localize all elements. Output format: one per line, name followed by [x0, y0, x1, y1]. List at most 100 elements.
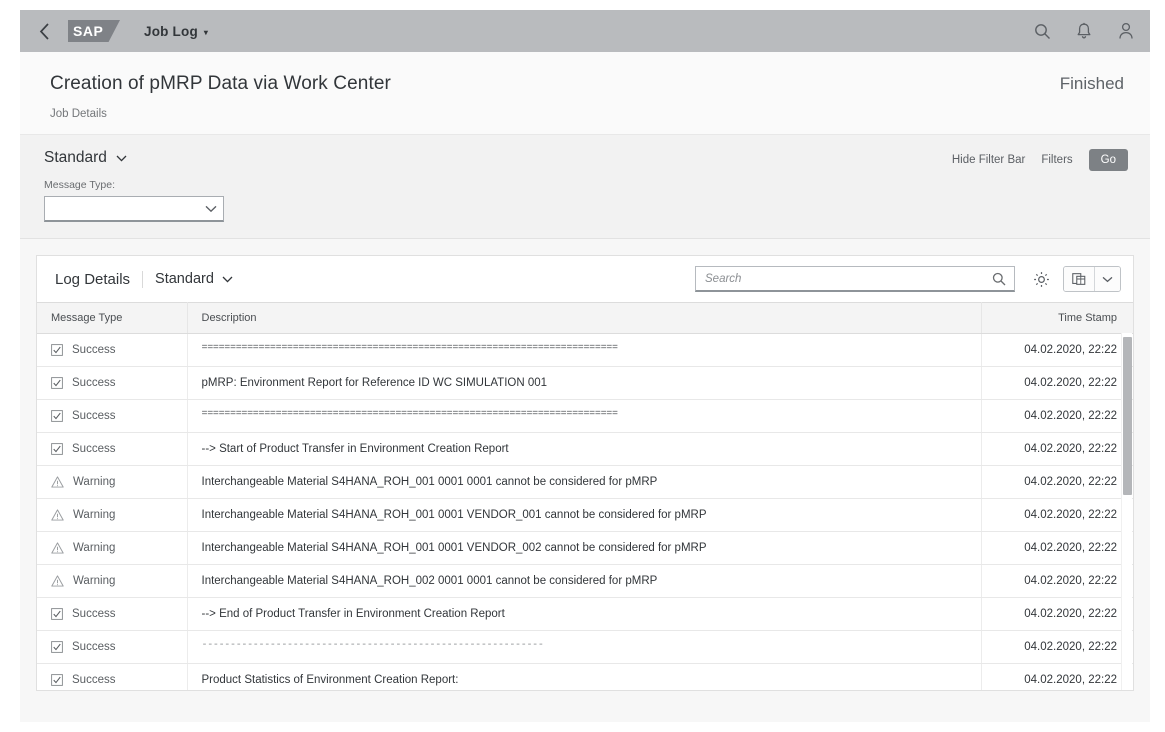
bell-icon[interactable] [1074, 21, 1094, 41]
table-row[interactable]: Success Product Statistics of Environment… [37, 663, 1133, 690]
search-icon[interactable] [1032, 21, 1052, 41]
message-type-label: Warning [73, 542, 116, 554]
cell-message-type: Success [37, 630, 188, 664]
gear-icon[interactable] [1027, 266, 1055, 292]
cell-description: --> Start of Product Transfer in Environ… [187, 432, 982, 466]
hide-filter-bar-button[interactable]: Hide Filter Bar [952, 154, 1026, 166]
cell-message-type: Success [37, 663, 188, 690]
column-header-description[interactable]: Description [187, 302, 982, 334]
table-toolbar: Log Details Standard [37, 256, 1133, 302]
table-header: Message Type Description Time Stamp [37, 302, 1133, 334]
message-type-select[interactable] [44, 196, 224, 222]
timestamp-text: 04.02.2020, 22:22 [1024, 344, 1117, 356]
description-text: Interchangeable Material S4HANA_ROH_001 … [201, 542, 707, 554]
table-row[interactable]: Success =================================… [37, 399, 1133, 433]
filter-variant-selector[interactable]: Standard [44, 149, 127, 167]
cell-time-stamp: 04.02.2020, 22:22 [981, 597, 1133, 631]
timestamp-text: 04.02.2020, 22:22 [1024, 410, 1117, 422]
search-icon[interactable] [991, 271, 1007, 287]
cell-message-type: Success [37, 399, 188, 433]
cell-message-type: Warning [37, 531, 188, 565]
cell-message-type: Success [37, 432, 188, 466]
cell-time-stamp: 04.02.2020, 22:22 [981, 432, 1133, 466]
chevron-down-icon [205, 205, 217, 213]
description-text: Interchangeable Material S4HANA_ROH_001 … [201, 509, 707, 521]
app-title-menu[interactable]: Job Log ▾ [144, 24, 208, 39]
log-details-table: Message Type Description Time Stamp Succ… [37, 302, 1133, 690]
message-type-label: Success [72, 344, 116, 356]
table-row[interactable]: Success --> End of Product Transfer in En… [37, 597, 1133, 631]
message-type-label: Success [72, 410, 116, 422]
table-title: Log Details [55, 270, 131, 288]
object-header-titles: Creation of pMRP Data via Work Center Jo… [50, 72, 1060, 120]
go-button[interactable]: Go [1088, 149, 1128, 171]
cell-time-stamp: 04.02.2020, 22:22 [981, 531, 1133, 565]
table-row[interactable]: Warning Interchangeable Material S4HANA_R… [37, 564, 1133, 598]
column-header-message-type[interactable]: Message Type [37, 302, 188, 334]
sap-logo[interactable]: SAP [68, 20, 120, 42]
user-avatar-icon[interactable] [1116, 21, 1136, 41]
toolbar-divider [142, 270, 144, 288]
chevron-left-icon [39, 22, 49, 40]
timestamp-text: 04.02.2020, 22:22 [1024, 476, 1117, 488]
table-row[interactable]: Warning Interchangeable Material S4HANA_R… [37, 531, 1133, 565]
timestamp-text: 04.02.2020, 22:22 [1024, 674, 1117, 686]
export-menu-chevron-down-icon[interactable] [1094, 267, 1120, 291]
description-text: --> End of Product Transfer in Environme… [201, 608, 505, 620]
search-input[interactable] [705, 272, 991, 285]
sap-logo-text: SAP [73, 23, 104, 39]
cell-description: Product Statistics of Environment Creati… [187, 663, 982, 690]
checkbox-checked-icon [51, 377, 63, 389]
cell-message-type: Warning [37, 465, 188, 499]
shell-actions [1032, 21, 1136, 41]
cell-description: Interchangeable Material S4HANA_ROH_002 … [187, 564, 982, 598]
checkbox-checked-icon [51, 608, 63, 620]
table-row[interactable]: Success --> Start of Product Transfer in … [37, 432, 1133, 466]
cell-time-stamp: 04.02.2020, 22:22 [981, 333, 1133, 367]
back-button[interactable] [30, 17, 58, 45]
table-scrollbar[interactable] [1121, 333, 1132, 690]
table-scrollbar-thumb[interactable] [1123, 337, 1132, 495]
table-body: Success =================================… [37, 333, 1133, 690]
cell-time-stamp: 04.02.2020, 22:22 [981, 366, 1133, 400]
description-text: Interchangeable Material S4HANA_ROH_001 … [201, 476, 658, 488]
cell-time-stamp: 04.02.2020, 22:22 [981, 630, 1133, 664]
filters-button[interactable]: Filters [1041, 154, 1072, 166]
app-title-label: Job Log [144, 23, 198, 39]
shell-bar: SAP Job Log ▾ [20, 10, 1150, 52]
warning-triangle-icon [51, 509, 64, 521]
timestamp-text: 04.02.2020, 22:22 [1024, 377, 1117, 389]
checkbox-checked-icon [51, 410, 63, 422]
table-variant-selector[interactable]: Standard [155, 271, 233, 287]
page-title: Creation of pMRP Data via Work Center [50, 73, 391, 94]
cell-description: Interchangeable Material S4HANA_ROH_001 … [187, 465, 982, 499]
timestamp-text: 04.02.2020, 22:22 [1024, 443, 1117, 455]
cell-message-type: Success [37, 597, 188, 631]
filter-field-message-type: Message Type: [44, 179, 1128, 222]
column-header-time-stamp[interactable]: Time Stamp [981, 302, 1133, 334]
warning-triangle-icon [51, 542, 64, 554]
table-row[interactable]: Warning Interchangeable Material S4HANA_R… [37, 465, 1133, 499]
timestamp-text: 04.02.2020, 22:22 [1024, 575, 1117, 587]
timestamp-text: 04.02.2020, 22:22 [1024, 509, 1117, 521]
cell-description: ----------------------------------------… [187, 630, 982, 664]
timestamp-text: 04.02.2020, 22:22 [1024, 542, 1117, 554]
table-row[interactable]: Success =================================… [37, 333, 1133, 367]
table-header-row: Message Type Description Time Stamp [37, 302, 1133, 334]
timestamp-text: 04.02.2020, 22:22 [1024, 608, 1117, 620]
table-row[interactable]: Warning Interchangeable Material S4HANA_R… [37, 498, 1133, 532]
table-row[interactable]: Success ---------------------------------… [37, 630, 1133, 664]
message-type-label: Warning [73, 575, 116, 587]
chevron-down-icon [116, 155, 127, 162]
filter-bar: Standard Hide Filter Bar Filters Go Mess… [20, 135, 1150, 239]
message-type-label: Message Type: [44, 179, 116, 191]
filter-bar-actions: Hide Filter Bar Filters Go [952, 149, 1128, 171]
table-row[interactable]: Success pMRP: Environment Report for Refe… [37, 366, 1133, 400]
search-field[interactable] [695, 266, 1015, 292]
cell-time-stamp: 04.02.2020, 22:22 [981, 564, 1133, 598]
spreadsheet-export-icon[interactable] [1064, 267, 1094, 291]
warning-triangle-icon [51, 476, 64, 488]
table-variant-label: Standard [155, 271, 214, 287]
message-type-label: Warning [73, 509, 116, 521]
warning-triangle-icon [51, 575, 64, 587]
